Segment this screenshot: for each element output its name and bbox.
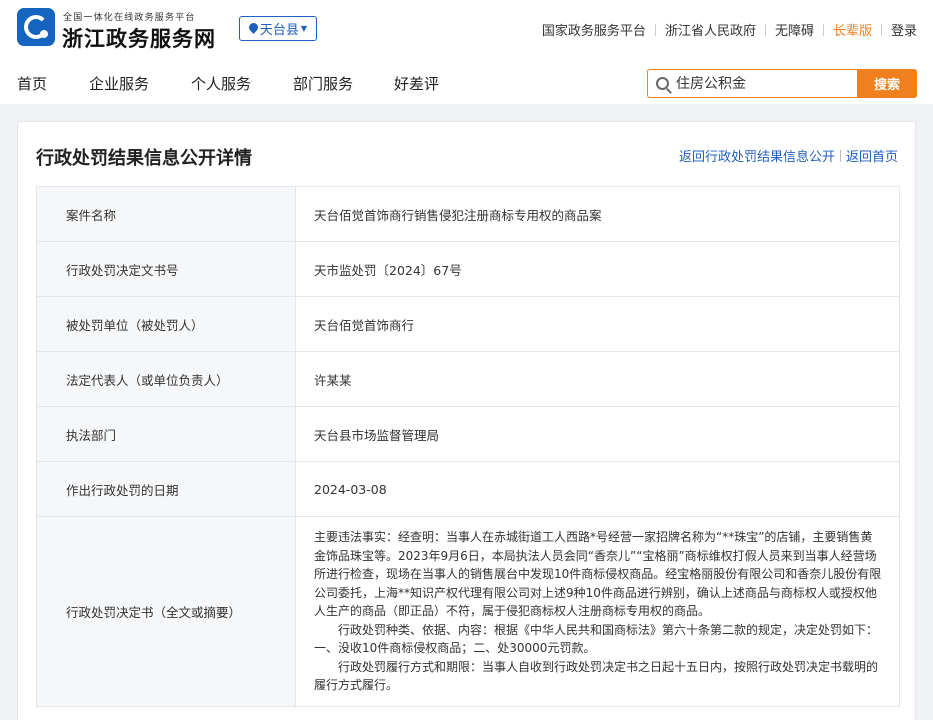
row-label-penalized-party: 被处罚单位（被处罚人） (36, 296, 296, 352)
nav-item-enterprise[interactable]: 企业服务 (89, 73, 149, 94)
row-label-penalty-date: 作出行政处罚的日期 (36, 461, 296, 517)
decision-paragraph-execution: 行政处罚履行方式和期限：当事人自收到行政处罚决定书之日起十五日内，按照行政处罚决… (314, 659, 879, 693)
nav-item-department[interactable]: 部门服务 (293, 73, 353, 94)
table-row: 案件名称 天台佰觉首饰商行销售侵犯注册商标专用权的商品案 (36, 186, 900, 242)
search-icon (656, 77, 669, 90)
top-header: 全国一体化在线政务服务平台 浙江政务服务网 天台县 ▼ 国家政务服务平台 浙江省… (0, 0, 933, 58)
row-label-case-name: 案件名称 (36, 186, 296, 242)
brand-title[interactable]: 浙江政务服务网 (62, 23, 216, 53)
table-row: 执法部门 天台县市场监督管理局 (36, 406, 900, 462)
search-button[interactable]: 搜索 (857, 69, 917, 98)
caret-down-icon: ▼ (300, 24, 308, 33)
row-value-case-name: 天台佰觉首饰商行销售侵犯注册商标专用权的商品案 (295, 186, 900, 242)
row-label-document-number: 行政处罚决定文书号 (36, 241, 296, 297)
nav-item-home[interactable]: 首页 (17, 73, 47, 94)
region-selector[interactable]: 天台县 ▼ (239, 16, 317, 41)
decision-paragraph-penalty: 行政处罚种类、依据、内容：根据《中华人民共和国商标法》第六十条第二款的规定，决定… (314, 622, 879, 656)
nav-item-evaluation[interactable]: 好差评 (394, 73, 439, 94)
row-label-enforcement-dept: 执法部门 (36, 406, 296, 462)
penalty-info-table: 案件名称 天台佰觉首饰商行销售侵犯注册商标专用权的商品案 行政处罚决定文书号 天… (36, 186, 900, 707)
top-links: 国家政务服务平台 浙江省人民政府 无障碍 长辈版 登录 (542, 20, 917, 39)
table-row: 作出行政处罚的日期 2024-03-08 (36, 461, 900, 517)
row-value-penalty-date: 2024-03-08 (295, 461, 900, 517)
back-to-home-link[interactable]: 返回首页 (846, 146, 898, 165)
table-row: 法定代表人（或单位负责人） 许某某 (36, 351, 900, 407)
decision-paragraph-facts: 主要违法事实：经查明：当事人在赤城街道工人西路*号经营一家招牌名称为“**珠宝”… (314, 530, 882, 619)
divider (654, 23, 656, 36)
page-title: 行政处罚结果信息公开详情 (36, 148, 252, 169)
decision-content: 主要违法事实：经查明：当事人在赤城街道工人西路*号经营一家招牌名称为“**珠宝”… (314, 522, 883, 701)
search-input[interactable] (676, 75, 846, 92)
table-row: 行政处罚决定文书号 天市监处罚〔2024〕67号 (36, 241, 900, 297)
region-label: 天台县 (259, 23, 299, 38)
login-link[interactable]: 登录 (891, 20, 917, 39)
location-pin-icon (249, 23, 258, 35)
logo-dot-icon (40, 30, 48, 38)
row-label-decision-text: 行政处罚决定书（全文或摘要） (36, 516, 296, 707)
divider (839, 149, 841, 162)
national-platform-link[interactable]: 国家政务服务平台 (542, 20, 646, 39)
row-value-enforcement-dept: 天台县市场监督管理局 (295, 406, 900, 462)
detail-panel: 行政处罚结果信息公开详情 返回行政处罚结果信息公开 返回首页 案件名称 天台佰觉… (17, 121, 916, 720)
province-gov-link[interactable]: 浙江省人民政府 (665, 20, 756, 39)
table-row: 被处罚单位（被处罚人） 天台佰觉首饰商行 (36, 296, 900, 352)
row-value-document-number: 天市监处罚〔2024〕67号 (295, 241, 900, 297)
elder-mode-link[interactable]: 长辈版 (833, 20, 872, 39)
row-value-penalized-party: 天台佰觉首饰商行 (295, 296, 900, 352)
brand-subtitle: 全国一体化在线政务服务平台 (63, 13, 196, 23)
divider (764, 23, 766, 36)
row-label-legal-representative: 法定代表人（或单位负责人） (36, 351, 296, 407)
nav-item-personal[interactable]: 个人服务 (191, 73, 251, 94)
accessibility-link[interactable]: 无障碍 (775, 20, 814, 39)
zhejiang-gov-logo[interactable] (17, 8, 55, 46)
row-value-decision-text: 主要违法事实：经查明：当事人在赤城街道工人西路*号经营一家招牌名称为“**珠宝”… (295, 516, 900, 707)
back-to-list-link[interactable]: 返回行政处罚结果信息公开 (679, 146, 835, 165)
quick-links: 返回行政处罚结果信息公开 返回首页 (679, 146, 898, 165)
divider (822, 23, 824, 36)
main-nav: 首页 企业服务 个人服务 部门服务 好差评 搜索 (0, 58, 933, 104)
row-value-legal-representative: 许某某 (295, 351, 900, 407)
divider (880, 23, 882, 36)
table-row: 行政处罚决定书（全文或摘要） 主要违法事实：经查明：当事人在赤城街道工人西路*号… (36, 516, 900, 707)
search-box (647, 69, 857, 98)
